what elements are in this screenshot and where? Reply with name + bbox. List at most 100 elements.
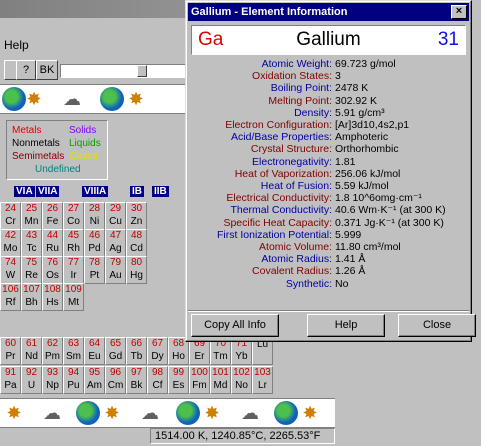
element-cell[interactable]: 42 Mo [0,229,21,257]
dialog-titlebar[interactable]: Gallium - Element Information × [188,3,469,21]
element-cell-symbol: W [5,270,16,281]
property-label: Heat of Vaporization: [234,167,332,180]
element-cell[interactable]: 93 Np [42,366,63,394]
element-cell[interactable]: 60 Pr [0,337,21,365]
element-cell-number: 48 [130,230,143,241]
element-cell-number: 103 [254,367,271,378]
property-row: Atomic Weight: 69.723 g/mol [191,58,466,70]
property-value: 1.26 Å [335,265,366,278]
property-label: Atomic Radius: [261,253,332,266]
element-cell[interactable]: 100 Fm [189,366,210,394]
property-label: Electrical Conductivity: [226,192,332,205]
element-cell[interactable]: 64 Eu [84,337,105,365]
element-cell[interactable]: 107 Bh [21,283,42,311]
element-cell-number: 67 [151,338,164,349]
element-cell[interactable]: 29 Cu [105,202,126,230]
element-cell[interactable]: 106 Rf [0,283,21,311]
element-cell[interactable]: 43 Tc [21,229,42,257]
element-cell[interactable]: 91 Pa [0,366,21,394]
element-cell[interactable]: 61 Nd [21,337,42,365]
element-cell[interactable]: 26 Fe [42,202,63,230]
element-cell[interactable]: 102 No [231,366,252,394]
element-cell[interactable]: 48 Cd [126,229,147,257]
group-headers: VIA VIIA VIIIA IB IIB [0,186,190,200]
property-label: Specific Heat Capacity: [223,216,332,229]
element-cell[interactable]: 97 Bk [126,366,147,394]
element-cell[interactable]: 74 W [0,256,21,284]
property-label: Synthetic: [285,277,332,290]
property-label: Electron Configuration: [225,119,332,131]
fire-icon: ✸ [128,89,144,109]
bk-button[interactable]: BK [36,60,58,80]
close-icon[interactable]: × [451,5,467,19]
menu-help[interactable]: Help [0,38,29,52]
element-cell[interactable]: 27 Co [63,202,84,230]
element-cell[interactable]: 101 Md [210,366,231,394]
element-cell[interactable]: 96 Cm [105,366,126,394]
property-value: 5.59 kJ/mol [335,180,389,192]
legend: Metals Solids Nonmetals Liquids Semimeta… [6,120,108,180]
legend-semimetals: Semimetals [12,151,65,162]
element-cell[interactable]: 25 Mn [21,202,42,230]
element-cell[interactable]: 46 Pd [84,229,105,257]
element-cell[interactable]: 24 Cr [0,202,21,230]
help-button[interactable]: Help [307,314,385,337]
slider-thumb[interactable] [137,65,147,77]
property-row: Heat of Vaporization: 256.06 kJ/mol [191,168,466,180]
fire-icon: ✸ [6,403,22,423]
element-cell[interactable]: 66 Tb [126,337,147,365]
element-cell[interactable]: 67 Dy [147,337,168,365]
element-cell[interactable]: 28 Ni [84,202,105,230]
element-cell-symbol: Es [172,380,185,391]
property-value: 69.723 g/mol [335,58,396,70]
element-cell-symbol: Rf [5,297,16,308]
element-cell-symbol: Pa [4,380,17,391]
element-cell[interactable]: 30 Zn [126,202,147,230]
atomic-number: 31 [437,29,459,50]
globe-icon [176,401,200,425]
element-cell-number: 100 [191,367,208,378]
property-row: Thermal Conductivity: 40.6 Wm·K⁻¹ (at 300… [191,204,466,216]
element-cell-number: 29 [109,203,122,214]
element-cell[interactable]: 79 Au [105,256,126,284]
element-cell-symbol: Mo [3,243,18,254]
element-cell-symbol: Lr [258,380,267,391]
status-bar: 1514.00 K, 1240.85°C, 2265.53°F [150,428,335,444]
element-cell[interactable]: 76 Os [42,256,63,284]
element-cell-number: 79 [109,257,122,268]
element-cell[interactable]: 45 Rh [63,229,84,257]
property-value: 2478 K [335,82,369,95]
legend-liquids: Liquids [69,138,101,149]
help-button[interactable]: ? [16,60,36,80]
element-cell-symbol: Co [67,216,80,227]
element-cell[interactable]: 63 Sm [63,337,84,365]
copy-all-info-button[interactable]: Copy All Info [191,314,279,337]
globe-icon [274,401,298,425]
element-cell[interactable]: 62 Pm [42,337,63,365]
element-cell-number: 46 [88,230,101,241]
element-cell[interactable]: 47 Ag [105,229,126,257]
element-cell[interactable]: 109 Mt [63,283,84,311]
element-cell[interactable]: 103 Lr [252,366,273,394]
element-cell[interactable]: 65 Gd [105,337,126,365]
element-cell-symbol: U [27,380,36,391]
element-cell[interactable]: 98 Cf [147,366,168,394]
property-label: First Ionization Potential: [217,228,332,241]
element-cell[interactable]: 44 Ru [42,229,63,257]
element-cell[interactable]: 99 Es [168,366,189,394]
element-cell[interactable]: 77 Ir [63,256,84,284]
element-cell[interactable]: 94 Pu [63,366,84,394]
property-value: 5.91 g/cm³ [335,106,385,119]
close-button[interactable]: Close [398,314,476,337]
element-cell[interactable]: 95 Am [84,366,105,394]
temperature-slider[interactable] [60,64,200,78]
property-value: 256.06 kJ/mol [335,167,401,180]
element-cell[interactable]: 92 U [21,366,42,394]
element-cell[interactable]: 108 Hs [42,283,63,311]
element-cell[interactable]: 75 Re [21,256,42,284]
weather-strip-bottom: ✸ ☁ ✸ ☁ ✸ ☁ ✸ [0,398,335,428]
element-cell[interactable]: 78 Pt [84,256,105,284]
element-cell[interactable]: 80 Hg [126,256,147,284]
group-header: VIIA [36,186,60,197]
divider [188,310,469,312]
